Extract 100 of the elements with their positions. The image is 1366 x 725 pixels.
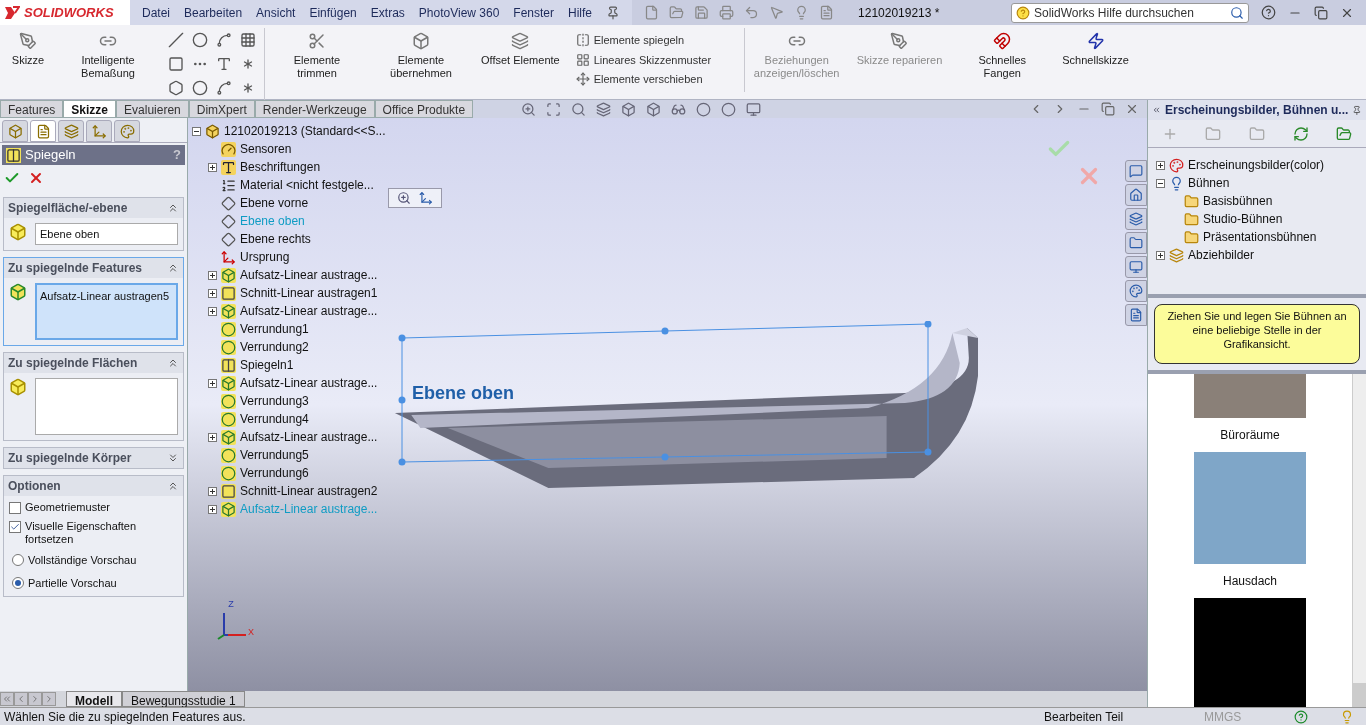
ribbon-button[interactable]: Skizze xyxy=(0,28,56,71)
menu-item[interactable]: Extras xyxy=(370,3,405,22)
section-header[interactable]: Zu spiegelnde Körper xyxy=(4,448,183,468)
help-icon[interactable] xyxy=(1294,709,1308,724)
search-field[interactable]: SolidWorks Hilfe durchsuchen xyxy=(1011,2,1249,23)
expand-toggle[interactable] xyxy=(208,504,217,514)
tree-item[interactable]: Bühnen xyxy=(1188,174,1230,192)
collapse-toggle[interactable] xyxy=(167,357,179,369)
view-tool-icon[interactable] xyxy=(696,101,712,117)
radio-button[interactable] xyxy=(12,554,24,567)
scrollbar[interactable] xyxy=(1352,374,1366,707)
menu-item[interactable]: Einfügen xyxy=(309,3,357,22)
command-tab[interactable]: Features xyxy=(0,100,64,118)
pane-tool-icon[interactable] xyxy=(1292,125,1309,142)
view-tool-icon[interactable] xyxy=(571,101,587,117)
tree-item[interactable]: Verrundung2 xyxy=(240,338,309,356)
sketch-tool-icon[interactable] xyxy=(168,80,184,96)
toolbar-icon[interactable] xyxy=(819,5,835,20)
pin-icon[interactable] xyxy=(1352,103,1362,117)
tree-item[interactable]: Verrundung4 xyxy=(240,410,309,428)
pane-tool-icon[interactable] xyxy=(1336,125,1353,142)
search-icon[interactable] xyxy=(1230,5,1244,20)
view-tool-icon[interactable] xyxy=(621,101,637,117)
tree-item[interactable]: Aufsatz-Linear austrage... xyxy=(240,266,378,284)
expand-toggle[interactable] xyxy=(208,288,217,298)
expand-toggle[interactable] xyxy=(1156,178,1165,188)
tree-item[interactable]: Abziehbilder xyxy=(1188,246,1255,264)
ribbon-list-button[interactable]: Elemente verschieben xyxy=(575,71,736,88)
ribbon-button[interactable]: Schnellskizze xyxy=(1054,28,1137,71)
command-tab[interactable]: DimXpert xyxy=(188,100,255,118)
tree-item[interactable]: Verrundung5 xyxy=(240,446,309,464)
tree-root-label[interactable]: 12102019213 (Standard<<S... xyxy=(224,122,386,140)
expand-toggle[interactable] xyxy=(208,162,217,172)
view-tool-icon[interactable] xyxy=(596,101,612,117)
view-tool-icon[interactable] xyxy=(646,101,662,117)
tree-item[interactable]: Ursprung xyxy=(240,248,290,266)
window-control-icon[interactable] xyxy=(1125,102,1139,116)
collapse-toggle[interactable] xyxy=(167,480,179,492)
expand-toggle[interactable] xyxy=(208,270,217,280)
collapse-toggle[interactable] xyxy=(167,262,179,274)
ribbon-button[interactable]: Schnelles Fangen xyxy=(950,28,1055,84)
help-icon[interactable] xyxy=(1261,5,1276,20)
menu-item[interactable]: Datei xyxy=(142,3,170,22)
tree-item[interactable]: Basisbühnen xyxy=(1203,192,1273,210)
sketch-tool-icon[interactable] xyxy=(168,32,184,48)
cancel-icon[interactable] xyxy=(28,170,44,186)
restore-icon[interactable] xyxy=(1314,5,1328,20)
window-control-icon[interactable] xyxy=(1101,102,1115,116)
section-header[interactable]: Optionen xyxy=(4,476,183,496)
task-pane-tab[interactable] xyxy=(1125,208,1147,230)
toolbar-icon[interactable] xyxy=(769,5,785,20)
section-header[interactable]: Zu spiegelnde Flächen xyxy=(4,353,183,373)
menu-item[interactable]: PhotoView 360 xyxy=(418,3,500,22)
tree-item[interactable]: Schnitt-Linear austragen1 xyxy=(240,284,378,302)
model-tab[interactable]: Bewegungsstudie 1 xyxy=(122,691,245,707)
rebuild-icon[interactable] xyxy=(1340,709,1354,724)
sketch-tool-icon[interactable] xyxy=(168,56,184,72)
list-item[interactable]: Aufsatz-Linear austragen5 xyxy=(40,288,173,305)
menu-item[interactable]: Hilfe xyxy=(568,3,593,22)
normal-to-icon[interactable] xyxy=(419,191,433,205)
view-tool-icon[interactable] xyxy=(546,101,562,117)
expand-toggle[interactable] xyxy=(208,486,217,496)
toolbar-icon[interactable] xyxy=(719,5,735,20)
expand-toggle[interactable] xyxy=(208,306,217,316)
ribbon-list-button[interactable]: Lineares Skizzenmuster xyxy=(575,51,736,68)
tree-item[interactable]: Ebene rechts xyxy=(240,230,311,248)
view-tool-icon[interactable] xyxy=(521,101,537,117)
tree-item[interactable]: Material <nicht festgele... xyxy=(240,176,374,194)
view-tool-icon[interactable] xyxy=(746,101,762,117)
task-pane-tab[interactable] xyxy=(1125,184,1147,206)
expand-toggle[interactable] xyxy=(208,432,217,442)
menu-item[interactable]: Fenster xyxy=(513,3,554,22)
ribbon-button[interactable]: Elemente übernehmen xyxy=(369,28,473,84)
tree-item[interactable]: Präsentationsbühnen xyxy=(1203,228,1317,246)
command-tab[interactable]: Render-Werkzeuge xyxy=(254,100,375,118)
command-tab[interactable]: Office Produkte xyxy=(374,100,474,118)
pane-tool-icon[interactable] xyxy=(1249,125,1265,142)
checkbox[interactable] xyxy=(9,521,21,533)
expand-toggle[interactable] xyxy=(1156,250,1165,260)
ribbon-button[interactable]: Intelligente Bemaßung xyxy=(56,28,160,84)
expand-toggle[interactable] xyxy=(192,126,201,136)
tree-item[interactable]: Aufsatz-Linear austrage... xyxy=(240,374,378,392)
manager-tab[interactable] xyxy=(2,120,28,142)
zoom-icon[interactable] xyxy=(397,191,411,205)
tree-item[interactable]: Aufsatz-Linear austrage... xyxy=(240,302,378,320)
expand-toggle[interactable] xyxy=(208,378,217,388)
pin-icon[interactable] xyxy=(606,5,621,20)
task-pane-tab[interactable] xyxy=(1125,232,1147,254)
menu-item[interactable]: Ansicht xyxy=(256,3,296,22)
manager-tab[interactable] xyxy=(114,120,140,142)
model-tab[interactable]: Modell xyxy=(66,691,122,707)
expand-toggle[interactable] xyxy=(1156,160,1165,170)
view-tool-icon[interactable] xyxy=(721,101,737,117)
manager-tab[interactable] xyxy=(86,120,112,142)
tree-item[interactable]: Verrundung1 xyxy=(240,320,309,338)
manager-tab[interactable] xyxy=(58,120,84,142)
selection-list[interactable]: Aufsatz-Linear austragen5 xyxy=(35,283,178,340)
section-header[interactable]: Zu spiegelnde Features xyxy=(4,258,183,278)
sketch-tool-icon[interactable] xyxy=(192,32,208,48)
checkbox[interactable] xyxy=(9,502,21,514)
